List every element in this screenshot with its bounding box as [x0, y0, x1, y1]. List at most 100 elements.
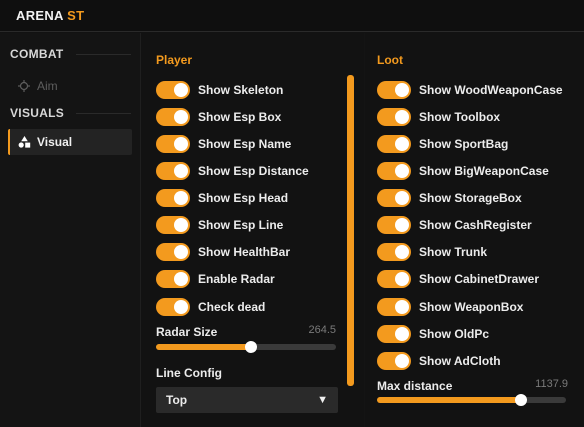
toggle-show-cabinetdrawer[interactable]: Show CabinetDrawer	[377, 269, 539, 289]
toggle-label: Enable Radar	[198, 272, 275, 286]
sidebar-divider	[76, 54, 131, 55]
toggle-switch[interactable]	[377, 135, 411, 153]
toggle-switch[interactable]	[377, 162, 411, 180]
toggle-show-weaponbox[interactable]: Show WeaponBox	[377, 297, 523, 317]
toggle-label: Show Esp Line	[198, 218, 284, 232]
toggle-switch[interactable]	[377, 270, 411, 288]
toggle-knob	[174, 164, 188, 178]
toggle-show-toolbox[interactable]: Show Toolbox	[377, 107, 500, 127]
sidebar-item-visual[interactable]: Visual	[8, 129, 132, 155]
toggle-show-adcloth[interactable]: Show AdCloth	[377, 351, 501, 371]
radar-size-slider[interactable]	[156, 341, 336, 353]
toggle-label: Show Skeleton	[198, 83, 284, 97]
toggle-switch[interactable]	[377, 243, 411, 261]
line-config-dropdown[interactable]: Top ▼	[156, 387, 338, 413]
toggle-knob	[395, 164, 409, 178]
toggle-switch[interactable]	[156, 162, 190, 180]
sidebar-item-label: Aim	[37, 79, 58, 93]
toggle-show-oldpc[interactable]: Show OldPc	[377, 324, 489, 344]
toggle-label: Show BigWeaponCase	[419, 164, 549, 178]
toggle-switch[interactable]	[156, 108, 190, 126]
slider-thumb[interactable]	[245, 341, 258, 353]
toggle-switch[interactable]	[156, 189, 190, 207]
app-window: ARENA ST COMBAT Aim VISUALS Visual Playe…	[0, 0, 584, 427]
line-config-selected: Top	[166, 393, 188, 407]
toggle-label: Show Esp Name	[198, 137, 292, 151]
max-distance-label: Max distance	[377, 379, 453, 393]
toggle-switch[interactable]	[156, 298, 190, 316]
player-panel-scrollbar[interactable]	[347, 75, 354, 386]
toggle-label: Show CashRegister	[419, 218, 532, 232]
app-title: ARENA ST	[16, 8, 84, 23]
toggle-knob	[395, 272, 409, 286]
radar-size-value: 264.5	[308, 324, 336, 336]
toggle-show-esp-name[interactable]: Show Esp Name	[156, 134, 291, 154]
toggle-show-healthbar[interactable]: Show HealthBar	[156, 242, 290, 262]
radar-size-label: Radar Size	[156, 325, 218, 339]
toggle-show-storagebox[interactable]: Show StorageBox	[377, 188, 522, 208]
toggle-knob	[174, 218, 188, 232]
line-config-label: Line Config	[156, 366, 222, 380]
toggle-knob	[174, 137, 188, 151]
loot-panel-title: Loot	[377, 53, 403, 67]
toggle-switch[interactable]	[377, 325, 411, 343]
toggle-switch[interactable]	[156, 81, 190, 99]
toggle-show-esp-head[interactable]: Show Esp Head	[156, 188, 288, 208]
chevron-down-icon: ▼	[317, 394, 328, 406]
toggle-label: Show CabinetDrawer	[419, 272, 540, 286]
toggle-knob	[395, 83, 409, 97]
toggle-switch[interactable]	[156, 243, 190, 261]
toggle-knob	[174, 83, 188, 97]
toggle-switch[interactable]	[377, 189, 411, 207]
toggle-knob	[395, 245, 409, 259]
toggle-show-bigweaponcase[interactable]: Show BigWeaponCase	[377, 161, 549, 181]
toggle-label: Show WoodWeaponCase	[419, 83, 563, 97]
toggle-enable-radar[interactable]: Enable Radar	[156, 269, 275, 289]
toggle-switch[interactable]	[156, 270, 190, 288]
toggle-label: Show WeaponBox	[419, 300, 524, 314]
toggle-switch[interactable]	[156, 135, 190, 153]
toggle-knob	[395, 327, 409, 341]
toggle-label: Show Esp Box	[198, 110, 282, 124]
toggle-check-dead[interactable]: Check dead	[156, 297, 265, 317]
toggle-show-esp-distance[interactable]: Show Esp Distance	[156, 161, 309, 181]
player-panel-title: Player	[156, 53, 193, 67]
toggle-show-esp-box[interactable]: Show Esp Box	[156, 107, 281, 127]
toggle-show-sportbag[interactable]: Show SportBag	[377, 134, 508, 154]
slider-thumb[interactable]	[514, 394, 527, 406]
max-distance-slider[interactable]	[377, 394, 566, 406]
toggle-knob	[174, 110, 188, 124]
sidebar-section-combat: COMBAT	[10, 47, 64, 61]
title-bar: ARENA ST	[0, 0, 584, 32]
toggle-show-skeleton[interactable]: Show Skeleton	[156, 80, 283, 100]
toggle-knob	[395, 110, 409, 124]
toggle-label: Show Trunk	[419, 245, 488, 259]
toggle-switch[interactable]	[156, 216, 190, 234]
toggle-label: Show SportBag	[419, 137, 509, 151]
toggle-label: Show Esp Distance	[198, 164, 309, 178]
crosshair-icon	[17, 79, 31, 93]
shapes-icon	[17, 135, 31, 149]
toggle-knob	[174, 300, 188, 314]
toggle-show-esp-line[interactable]: Show Esp Line	[156, 215, 283, 235]
sidebar-section-visuals: VISUALS	[10, 106, 65, 120]
toggle-switch[interactable]	[377, 352, 411, 370]
toggle-knob	[174, 191, 188, 205]
toggle-switch[interactable]	[377, 81, 411, 99]
toggle-knob	[174, 272, 188, 286]
toggle-switch[interactable]	[377, 108, 411, 126]
sidebar-item-aim[interactable]: Aim	[8, 73, 132, 99]
toggle-show-trunk[interactable]: Show Trunk	[377, 242, 487, 262]
toggle-label: Show Esp Head	[198, 191, 289, 205]
sidebar-item-label: Visual	[37, 135, 73, 149]
toggle-switch[interactable]	[377, 216, 411, 234]
toggle-knob	[395, 300, 409, 314]
toggle-switch[interactable]	[377, 298, 411, 316]
toggle-show-woodweaponcase[interactable]: Show WoodWeaponCase	[377, 80, 563, 100]
toggle-label: Show OldPc	[419, 327, 490, 341]
toggle-label: Check dead	[198, 300, 266, 314]
sidebar: COMBAT Aim VISUALS Visual	[0, 33, 140, 427]
sidebar-divider	[76, 113, 131, 114]
toggle-show-cashregister[interactable]: Show CashRegister	[377, 215, 532, 235]
toggle-knob	[395, 191, 409, 205]
